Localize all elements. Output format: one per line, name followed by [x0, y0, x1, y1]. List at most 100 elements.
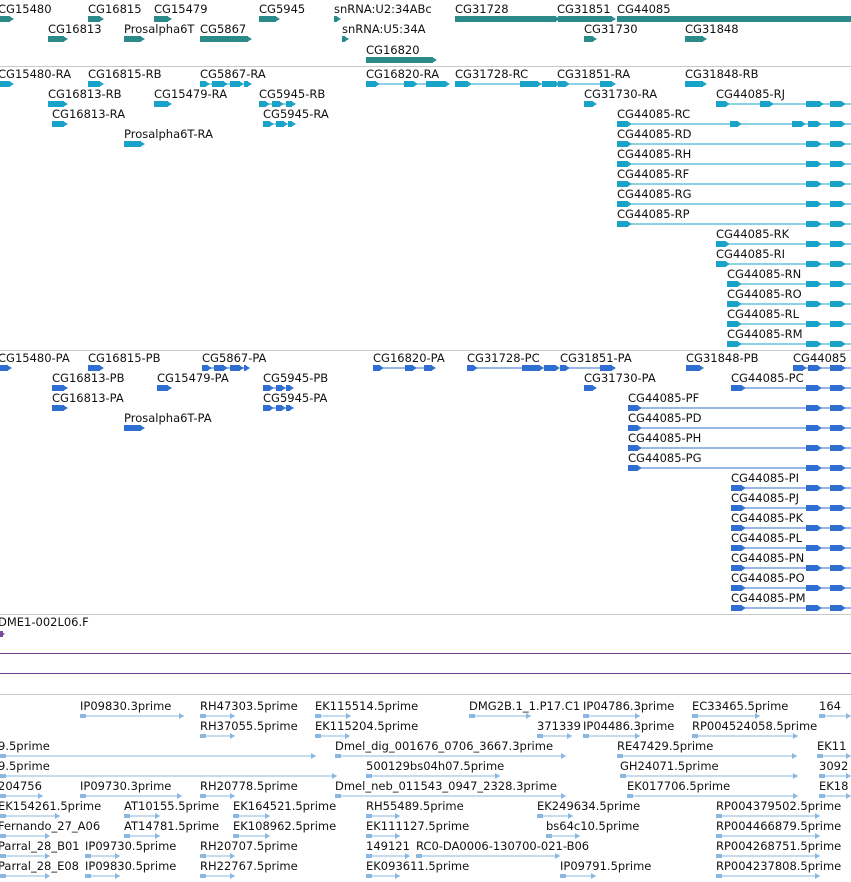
protein-strand-arrow[interactable] — [592, 385, 597, 391]
est-block[interactable] — [819, 714, 825, 718]
est-label[interactable]: 500129bs04h07.5prime — [366, 759, 504, 773]
protein-exon[interactable] — [731, 605, 742, 611]
est-label[interactable]: IP09830.5prime — [85, 859, 176, 873]
est-block[interactable] — [0, 754, 6, 758]
transcript-strand-arrow[interactable] — [725, 101, 730, 107]
transcript-exon[interactable] — [0, 81, 10, 87]
est-label[interactable]: Parral_28_B01 — [0, 839, 80, 853]
protein-exon[interactable] — [830, 605, 842, 611]
est-label[interactable]: RH20707.5prime — [200, 839, 298, 853]
protein-label[interactable]: CG31730-PA — [584, 371, 656, 385]
transcript-exon[interactable] — [830, 301, 842, 307]
protein-strand-arrow[interactable] — [817, 445, 822, 451]
transcript-exon[interactable] — [830, 161, 842, 167]
est-label[interactable]: EK115204.5prime — [315, 719, 418, 733]
est-strand-arrow[interactable] — [561, 753, 566, 759]
est-block[interactable] — [583, 734, 589, 738]
est-block[interactable] — [0, 874, 6, 878]
est-block[interactable] — [200, 794, 206, 798]
transcript-strand-arrow[interactable] — [702, 81, 707, 87]
est-block[interactable] — [0, 834, 6, 838]
transcript-strand-arrow[interactable] — [817, 161, 822, 167]
gene-glyph[interactable] — [366, 57, 433, 63]
protein-label[interactable]: CG44085-PN — [731, 551, 804, 565]
est-strand-arrow[interactable] — [230, 733, 235, 739]
protein-exon[interactable] — [806, 525, 818, 531]
transcript-label[interactable]: CG44085-RP — [617, 207, 690, 221]
protein-strand-arrow[interactable] — [841, 605, 846, 611]
protein-exon[interactable] — [830, 465, 842, 471]
est-block[interactable] — [716, 834, 722, 838]
protein-strand-arrow[interactable] — [841, 425, 846, 431]
transcript-exon[interactable] — [806, 201, 818, 207]
est-label[interactable]: RP004268751.5prime — [716, 839, 841, 853]
protein-strand-arrow[interactable] — [239, 365, 244, 371]
transcript-exon[interactable] — [617, 221, 628, 227]
protein-strand-arrow[interactable] — [817, 485, 822, 491]
transcript-label[interactable]: CG16815-RB — [88, 67, 162, 81]
transcript-exon[interactable] — [760, 101, 770, 107]
gene-strand-arrow[interactable] — [592, 36, 597, 42]
transcript-strand-arrow[interactable] — [817, 181, 822, 187]
est-label[interactable]: Parral_28_E08 — [0, 859, 79, 873]
protein-strand-arrow[interactable] — [817, 385, 822, 391]
est-label[interactable]: 9.5prime — [0, 739, 50, 753]
gene-label[interactable]: CG16815 — [88, 2, 142, 16]
protein-strand-arrow[interactable] — [841, 585, 846, 591]
transcript-label[interactable]: CG15479-RA — [154, 87, 227, 101]
protein-strand-arrow[interactable] — [841, 405, 846, 411]
gene-strand-arrow[interactable] — [275, 16, 280, 22]
transcript-strand-arrow[interactable] — [737, 121, 742, 127]
protein-exon[interactable] — [830, 385, 842, 391]
protein-exon[interactable] — [584, 385, 593, 391]
protein-strand-arrow[interactable] — [841, 565, 846, 571]
est-block[interactable] — [233, 814, 239, 818]
protein-exon[interactable] — [806, 505, 818, 511]
est-block[interactable] — [366, 814, 372, 818]
transcript-label[interactable]: CG44085-RG — [617, 187, 692, 201]
protein-label[interactable]: CG16813-PA — [52, 391, 124, 405]
protein-strand-arrow[interactable] — [841, 465, 846, 471]
transcript-label[interactable]: Prosalpha6T-RA — [124, 127, 213, 141]
protein-strand-arrow[interactable] — [817, 585, 822, 591]
protein-strand-arrow[interactable] — [637, 465, 642, 471]
est-strand-arrow[interactable] — [846, 793, 851, 799]
protein-strand-arrow[interactable] — [817, 425, 822, 431]
est-label[interactable]: RC0-DA0006-130700-021-B06 — [416, 839, 589, 853]
est-block[interactable] — [716, 854, 722, 858]
est-label[interactable]: IP09830.3prime — [80, 699, 171, 713]
transcript-label[interactable]: CG31728-RC — [455, 67, 528, 81]
transcript-exon[interactable] — [792, 121, 802, 127]
clone-glyph[interactable] — [0, 631, 3, 637]
transcript-exon[interactable] — [520, 81, 538, 87]
transcript-strand-arrow[interactable] — [247, 81, 252, 87]
est-block[interactable] — [537, 734, 543, 738]
protein-strand-arrow[interactable] — [699, 365, 704, 371]
est-label[interactable]: EK164521.5prime — [233, 799, 336, 813]
transcript-strand-arrow[interactable] — [841, 221, 846, 227]
transcript-label[interactable]: CG44085-RJ — [716, 87, 785, 101]
est-label[interactable]: EK017706.5prime — [627, 779, 730, 793]
transcript-strand-arrow[interactable] — [841, 161, 846, 167]
est-label[interactable]: DMG2B.1_1.P17.C1 — [469, 699, 580, 713]
transcript-strand-arrow[interactable] — [269, 121, 274, 127]
protein-label[interactable]: CG44085-PJ — [731, 491, 799, 505]
transcript-label[interactable]: CG16813-RA — [52, 107, 125, 121]
est-block[interactable] — [335, 794, 341, 798]
gene-label[interactable]: CG31851 — [557, 2, 611, 16]
protein-exon[interactable] — [806, 425, 818, 431]
protein-strand-arrow[interactable] — [817, 545, 822, 551]
gene-glyph[interactable] — [685, 36, 703, 42]
protein-strand-arrow[interactable] — [63, 405, 68, 411]
transcript-label[interactable]: CG44085-RF — [617, 167, 689, 181]
transcript-label[interactable]: CG5867-RA — [200, 67, 266, 81]
protein-label[interactable]: CG31848-PB — [686, 351, 759, 365]
transcript-exon[interactable] — [830, 341, 842, 347]
transcript-label[interactable]: CG44085-RL — [727, 307, 799, 321]
est-label[interactable]: IP09730.3prime — [80, 779, 171, 793]
gene-strand-arrow[interactable] — [702, 36, 707, 42]
protein-exon[interactable] — [686, 365, 700, 371]
gene-label[interactable]: CG16813 — [48, 22, 102, 36]
est-label[interactable]: EK18 — [819, 779, 848, 793]
transcript-exon[interactable] — [685, 81, 703, 87]
